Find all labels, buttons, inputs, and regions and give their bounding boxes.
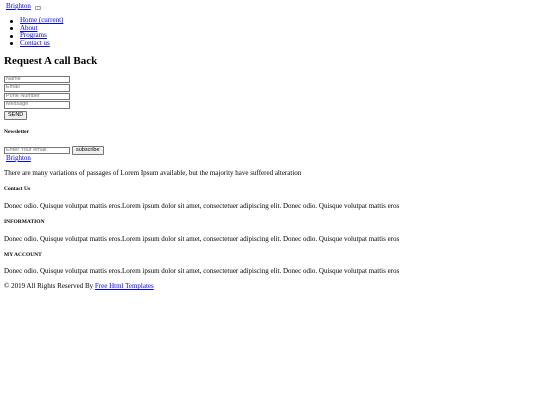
send-button[interactable]: SEND <box>4 111 28 120</box>
copyright-text: © 2019 All Rights Reserved By <box>4 282 94 290</box>
phone-field[interactable]: Pone Number <box>4 92 70 101</box>
copyright: © 2019 All Rights Reserved By Free Html … <box>4 282 154 290</box>
callback-form: Name Email Pone Number Message SEND <box>4 76 74 120</box>
information-text: Donec odio. Quisque volutpat mattis eros… <box>4 235 400 243</box>
footer-brand-link[interactable]: Brighton <box>4 154 31 162</box>
main-nav: Home (current) About Programs Contact us <box>4 16 63 48</box>
footer-about-text: There are many variations of passages of… <box>4 169 302 177</box>
name-field[interactable]: Name <box>4 76 70 84</box>
footer-brand-name: Brighton <box>6 154 31 162</box>
message-field[interactable]: Message <box>4 101 70 109</box>
contact-us-text: Donec odio. Quisque volutpat mattis eros… <box>4 202 400 210</box>
my-account-text: Donec odio. Quisque volutpat mattis eros… <box>4 267 400 275</box>
nav-item-contact: Contact us <box>4 39 63 48</box>
navbar-toggler-button[interactable] <box>34 5 41 10</box>
contact-us-heading: Contact Us <box>4 186 31 192</box>
email-field[interactable]: Email <box>4 84 70 92</box>
brand-name: Brighton <box>6 2 31 10</box>
newsletter-email-field[interactable]: Enter Your email <box>4 146 70 154</box>
information-heading: INFORMATION <box>4 219 45 225</box>
navbar-brand-row: Brighton <box>4 2 41 10</box>
newsletter-title: Newsletter <box>4 129 30 135</box>
subscribe-button[interactable]: subscribe <box>72 146 104 155</box>
nav-link-contact[interactable]: Contact us <box>20 39 50 47</box>
request-callback-title: Request A call Back <box>4 55 98 67</box>
brand-link[interactable]: Brighton <box>4 2 31 10</box>
my-account-heading: MY ACCOUNT <box>4 252 42 258</box>
copyright-link[interactable]: Free Html Templates <box>95 282 154 290</box>
